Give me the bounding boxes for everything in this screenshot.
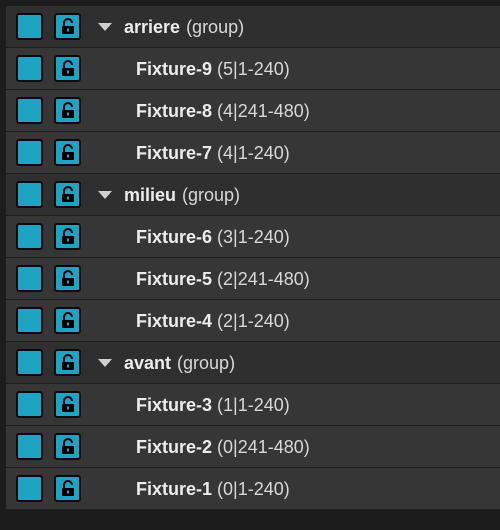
visibility-toggle-icon[interactable] — [16, 265, 43, 292]
row-detail: (0|241-480) — [217, 437, 310, 457]
row-detail: (3|1-240) — [217, 227, 290, 247]
visibility-toggle-icon[interactable] — [16, 13, 43, 40]
row-detail: (4|1-240) — [217, 143, 290, 163]
fixture-row[interactable]: Fixture-7 (4|1-240) — [6, 132, 500, 174]
visibility-toggle-icon[interactable] — [16, 475, 43, 502]
padlock-icon[interactable] — [54, 13, 81, 40]
fixture-list-panel: arriere (group) Fixture-9 (5|1-240) Fixtur… — [6, 6, 500, 510]
row-name: avant — [124, 353, 172, 373]
group-row-arriere[interactable]: arriere (group) — [6, 6, 500, 48]
padlock-icon[interactable] — [54, 475, 81, 502]
visibility-toggle-icon[interactable] — [16, 349, 43, 376]
padlock-icon[interactable] — [54, 97, 81, 124]
row-label: Fixture-4 (2|1-240) — [136, 300, 290, 342]
row-name: Fixture-9 — [136, 59, 213, 79]
padlock-icon[interactable] — [54, 139, 81, 166]
fixture-row[interactable]: Fixture-2 (0|241-480) — [6, 426, 500, 468]
fixture-row[interactable]: Fixture-8 (4|241-480) — [6, 90, 500, 132]
expand-caret-icon[interactable] — [98, 359, 112, 367]
row-detail: (group) — [177, 353, 236, 373]
fixture-row[interactable]: Fixture-4 (2|1-240) — [6, 300, 500, 342]
fixture-row[interactable]: Fixture-5 (2|241-480) — [6, 258, 500, 300]
row-label: Fixture-8 (4|241-480) — [136, 90, 310, 132]
visibility-toggle-icon[interactable] — [16, 181, 43, 208]
row-detail: (group) — [182, 185, 241, 205]
row-detail: (2|1-240) — [217, 311, 290, 331]
row-detail: (4|241-480) — [217, 101, 310, 121]
row-label: Fixture-3 (1|1-240) — [136, 384, 290, 426]
group-row-milieu[interactable]: milieu (group) — [6, 174, 500, 216]
row-name: Fixture-5 — [136, 269, 213, 289]
visibility-toggle-icon[interactable] — [16, 307, 43, 334]
row-label: Fixture-1 (0|1-240) — [136, 468, 290, 510]
fixture-row[interactable]: Fixture-6 (3|1-240) — [6, 216, 500, 258]
row-detail: (group) — [186, 17, 245, 37]
row-name: Fixture-6 — [136, 227, 213, 247]
visibility-toggle-icon[interactable] — [16, 55, 43, 82]
padlock-icon[interactable] — [54, 391, 81, 418]
visibility-toggle-icon[interactable] — [16, 97, 43, 124]
row-detail: (5|1-240) — [217, 59, 290, 79]
row-label: Fixture-6 (3|1-240) — [136, 216, 290, 258]
padlock-icon[interactable] — [54, 349, 81, 376]
row-name: Fixture-1 — [136, 479, 213, 499]
padlock-icon[interactable] — [54, 433, 81, 460]
expand-caret-icon[interactable] — [98, 23, 112, 31]
visibility-toggle-icon[interactable] — [16, 433, 43, 460]
row-name: Fixture-3 — [136, 395, 213, 415]
padlock-icon[interactable] — [54, 265, 81, 292]
row-detail: (0|1-240) — [217, 479, 290, 499]
visibility-toggle-icon[interactable] — [16, 139, 43, 166]
visibility-toggle-icon[interactable] — [16, 223, 43, 250]
padlock-icon[interactable] — [54, 307, 81, 334]
row-label: avant (group) — [124, 342, 235, 384]
row-name: Fixture-2 — [136, 437, 213, 457]
row-label: Fixture-2 (0|241-480) — [136, 426, 310, 468]
visibility-toggle-icon[interactable] — [16, 391, 43, 418]
row-name: Fixture-7 — [136, 143, 213, 163]
row-label: arriere (group) — [124, 6, 244, 48]
fixture-row[interactable]: Fixture-1 (0|1-240) — [6, 468, 500, 510]
fixture-row[interactable]: Fixture-9 (5|1-240) — [6, 48, 500, 90]
padlock-icon[interactable] — [54, 55, 81, 82]
row-label: Fixture-7 (4|1-240) — [136, 132, 290, 174]
row-name: Fixture-4 — [136, 311, 213, 331]
expand-caret-icon[interactable] — [98, 191, 112, 199]
row-name: Fixture-8 — [136, 101, 213, 121]
row-label: Fixture-9 (5|1-240) — [136, 48, 290, 90]
row-label: Fixture-5 (2|241-480) — [136, 258, 310, 300]
padlock-icon[interactable] — [54, 181, 81, 208]
row-name: arriere — [124, 17, 181, 37]
row-label: milieu (group) — [124, 174, 240, 216]
padlock-icon[interactable] — [54, 223, 81, 250]
row-detail: (1|1-240) — [217, 395, 290, 415]
row-name: milieu — [124, 185, 177, 205]
panel-footer — [0, 510, 500, 530]
fixture-row[interactable]: Fixture-3 (1|1-240) — [6, 384, 500, 426]
group-row-avant[interactable]: avant (group) — [6, 342, 500, 384]
row-detail: (2|241-480) — [217, 269, 310, 289]
